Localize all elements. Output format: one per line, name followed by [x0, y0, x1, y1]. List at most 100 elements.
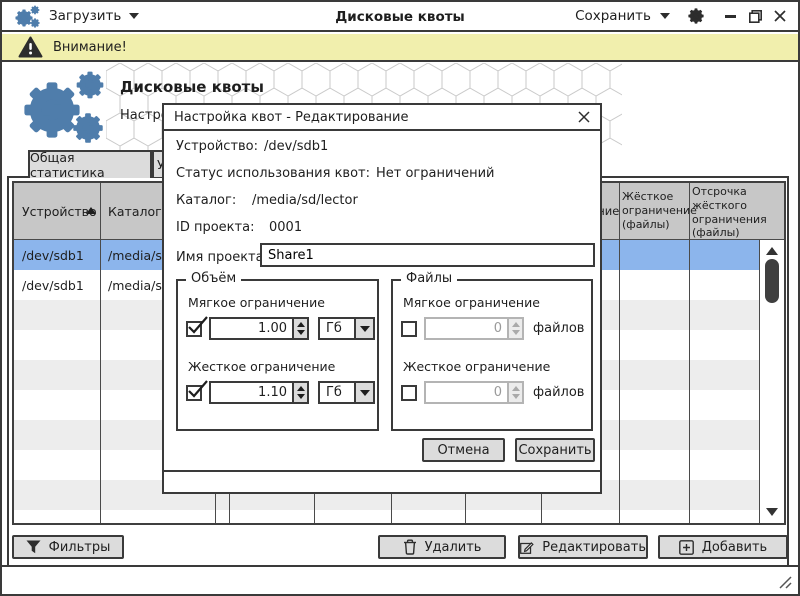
hard-limit-row: 1.10 Гб — [186, 381, 375, 404]
chevron-down-icon[interactable] — [129, 13, 139, 19]
hard-limit-checkbox[interactable] — [401, 385, 417, 401]
chevron-down-icon — [360, 326, 370, 332]
scroll-up-icon[interactable] — [766, 247, 778, 255]
soft-limit-checkbox[interactable] — [401, 321, 417, 337]
save-menu[interactable]: Сохранить — [575, 8, 651, 24]
spin-down-icon[interactable] — [512, 394, 520, 399]
scrollbar-thumb[interactable] — [765, 259, 779, 303]
hard-limit-value[interactable]: 1.10 — [211, 383, 292, 402]
dialog-title: Настройка квот - Редактирование — [174, 110, 409, 125]
hard-limit-checkbox[interactable] — [186, 385, 202, 401]
project-name-input[interactable] — [260, 243, 595, 267]
hard-limit-label: Жесткое ограничение — [188, 359, 335, 374]
add-button[interactable]: Добавить — [658, 535, 788, 559]
column-divider — [689, 183, 690, 523]
files-group: Файлы Мягкое ограничение 0 файлов Жестко… — [391, 279, 593, 431]
load-menu[interactable]: Загрузить — [49, 8, 121, 24]
title-bar: Загрузить Дисковые квоты Сохранить — [2, 2, 798, 32]
spin-down-icon[interactable] — [512, 330, 520, 335]
delete-label: Удалить — [425, 540, 482, 555]
dropdown-button[interactable] — [354, 319, 373, 338]
project-id-row: ID проекта: — [176, 220, 254, 235]
column-header-path[interactable]: Каталог — [108, 204, 162, 219]
soft-limit-spinner[interactable]: 0 — [424, 317, 524, 340]
hard-limit-unit-select[interactable]: Гб — [318, 381, 375, 404]
column-divider — [100, 183, 101, 523]
spin-up-icon[interactable] — [512, 322, 520, 327]
soft-limit-spinner[interactable]: 1.00 — [209, 317, 309, 340]
quota-status-row: Статус использования квот: Нет ограничен… — [176, 166, 495, 181]
app-window: Загрузить Дисковые квоты Сохранить — [0, 0, 800, 596]
tab-general-statistics[interactable]: Общая статистика — [28, 150, 152, 178]
volume-group-legend: Объём — [186, 271, 241, 286]
resize-grip-icon[interactable] — [777, 574, 793, 590]
column-divider — [619, 183, 620, 523]
hard-limit-spinner[interactable]: 0 — [424, 381, 524, 404]
soft-limit-label: Мягкое ограничение — [403, 295, 540, 310]
save-button[interactable]: Сохранить — [515, 438, 595, 462]
dropdown-button[interactable] — [354, 383, 373, 402]
status-bar — [2, 565, 798, 594]
filters-label: Фильтры — [49, 540, 111, 555]
vertical-scrollbar[interactable] — [759, 240, 784, 523]
cancel-button[interactable]: Отмена — [422, 438, 505, 462]
project-name-label: Имя проекта: — [176, 250, 268, 265]
dialog-title-bar: Настройка квот - Редактирование — [164, 105, 600, 131]
soft-limit-row: 1.00 Гб — [186, 317, 375, 340]
spinner-buttons[interactable] — [292, 319, 307, 338]
spin-down-icon[interactable] — [297, 394, 305, 399]
edit-button[interactable]: Редактировать — [518, 535, 648, 559]
unit-value: Гб — [320, 383, 354, 402]
checkmark-icon — [186, 316, 208, 338]
unit-value: Гб — [320, 319, 354, 338]
spin-down-icon[interactable] — [297, 330, 305, 335]
cell-device: /dev/sdb1 — [14, 278, 100, 293]
filters-button[interactable]: Фильтры — [12, 535, 124, 559]
minimize-icon — [725, 15, 736, 18]
spinner-buttons[interactable] — [292, 383, 307, 402]
spin-up-icon[interactable] — [297, 386, 305, 391]
soft-limit-value[interactable]: 0 — [426, 319, 507, 338]
app-logo-gears-icon — [14, 4, 41, 29]
quota-status-label: Статус использования квот: — [176, 166, 370, 181]
column-header-hard-limit-files[interactable]: Жёсткое ограничение (файлы) — [622, 190, 688, 231]
dialog-close-button[interactable] — [575, 107, 593, 127]
directory-value: /media/sd/lector — [252, 193, 358, 208]
table-row[interactable] — [14, 510, 759, 523]
window-title: Дисковые квоты — [335, 2, 465, 32]
maximize-button[interactable] — [747, 7, 763, 25]
hard-limit-spinner[interactable]: 1.10 — [209, 381, 309, 404]
hard-limit-row: 0 файлов — [401, 381, 584, 404]
dialog-footer-divider — [164, 470, 600, 472]
spin-up-icon[interactable] — [512, 386, 520, 391]
volume-group: Объём Мягкое ограничение 1.00 Гб — [176, 279, 379, 431]
spinner-buttons[interactable] — [507, 383, 522, 402]
scroll-down-icon[interactable] — [766, 508, 778, 516]
soft-limit-unit-select[interactable]: Гб — [318, 317, 375, 340]
spin-up-icon[interactable] — [297, 322, 305, 327]
chevron-down-icon[interactable] — [660, 13, 670, 19]
device-value: /dev/sdb1 — [264, 139, 328, 154]
soft-limit-checkbox[interactable] — [186, 321, 202, 337]
soft-limit-value[interactable]: 1.00 — [211, 319, 292, 338]
sort-asc-icon — [86, 207, 96, 214]
minimize-button[interactable] — [722, 7, 738, 25]
trash-icon — [403, 539, 417, 555]
project-id-label: ID проекта: — [176, 220, 254, 235]
edit-icon — [520, 540, 534, 555]
delete-button[interactable]: Удалить — [378, 535, 506, 559]
warning-icon — [18, 36, 43, 58]
close-icon — [578, 111, 590, 123]
page-title: Дисковые квоты — [120, 78, 264, 96]
hard-limit-value[interactable]: 0 — [426, 383, 507, 402]
cell-device: /dev/sdb1 — [14, 248, 100, 263]
quota-edit-dialog: Настройка квот - Редактирование Устройст… — [162, 103, 602, 494]
spinner-buttons[interactable] — [507, 319, 522, 338]
chevron-down-icon — [360, 390, 370, 396]
column-header-grace-files[interactable]: Отсрочка жёсткого ограничения (файлы) — [692, 185, 758, 240]
close-button[interactable] — [772, 7, 788, 25]
files-group-legend: Файлы — [401, 271, 457, 286]
files-suffix: файлов — [533, 321, 584, 336]
gears-logo-icon — [16, 66, 108, 148]
settings-gear-icon[interactable] — [687, 7, 705, 25]
